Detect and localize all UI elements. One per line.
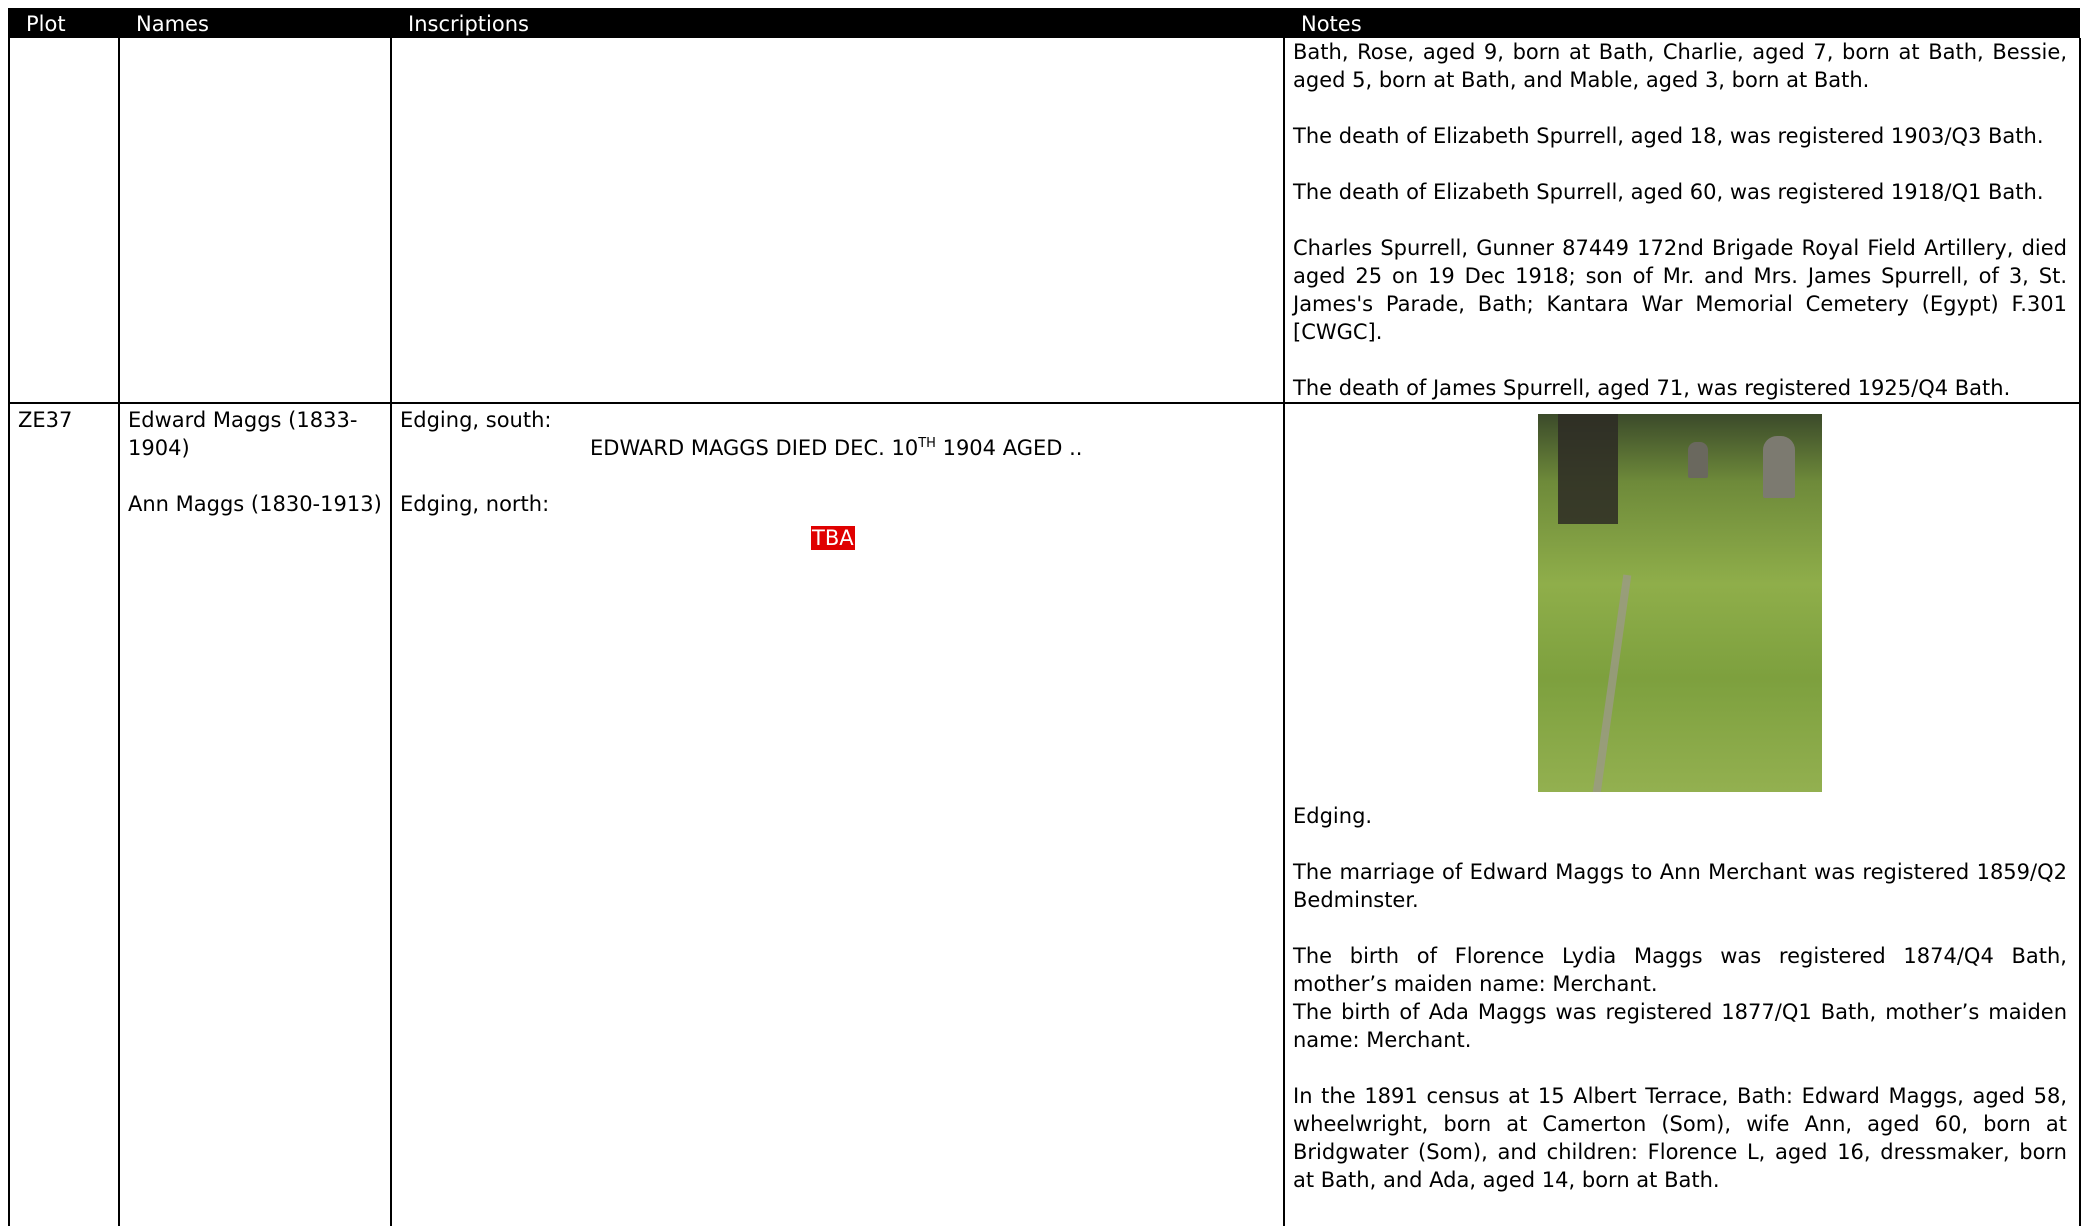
south-edging-inscription: EDWARD MAGGS DIED DEC. 10TH 1904 AGED ..	[590, 434, 1275, 462]
notes-cell: Bath, Rose, aged 9, born at Bath, Charli…	[1283, 38, 2081, 404]
name-entry: Ann Maggs (1830-1913)	[128, 492, 382, 516]
inscription-text: EDWARD MAGGS DIED DEC. 10	[590, 436, 919, 460]
burial-records-table: Plot Names Inscriptions Notes Bath, Rose…	[8, 8, 2081, 1226]
note-paragraph: The marriage of Edward Maggs to Ann Merc…	[1293, 860, 2067, 912]
inscription-superscript: TH	[918, 436, 936, 451]
tba-badge: TBA	[811, 526, 855, 550]
inscription-text: 1904 AGED ..	[935, 436, 1083, 460]
grave-edging-photo	[1538, 414, 1822, 792]
plot-cell: ZE37	[8, 403, 120, 1226]
note-paragraph: The birth of Ada Maggs was registered 18…	[1293, 1000, 2067, 1052]
table-row: ZE37 Edward Maggs (1833-1904) Ann Maggs …	[8, 403, 2081, 1226]
north-edging-label: Edging, north:	[400, 492, 550, 516]
header-inscriptions: Inscriptions	[390, 8, 1284, 38]
names-cell: Edward Maggs (1833-1904) Ann Maggs (1830…	[118, 403, 392, 1226]
names-cell	[118, 38, 392, 404]
document-page: Plot Names Inscriptions Notes Bath, Rose…	[0, 0, 2081, 1226]
note-paragraph: The death of Elizabeth Spurrell, aged 60…	[1293, 180, 2044, 204]
note-paragraph: Edging.	[1293, 804, 1373, 828]
note-paragraph: The death of James Spurrell, aged 71, wa…	[1293, 376, 2011, 400]
header-names: Names	[118, 8, 391, 38]
plot-cell	[8, 38, 120, 404]
north-edging-inscription: TBA	[811, 524, 1275, 552]
header-plot: Plot	[8, 8, 119, 38]
table-header-row: Plot Names Inscriptions Notes	[8, 8, 2080, 38]
inscriptions-cell: Edging, south: EDWARD MAGGS DIED DEC. 10…	[390, 403, 1285, 1226]
header-notes: Notes	[1283, 8, 2080, 38]
note-paragraph: Bath, Rose, aged 9, born at Bath, Charli…	[1293, 40, 2067, 92]
notes-cell: Edging. The marriage of Edward Maggs to …	[1283, 403, 2081, 1226]
note-paragraph: In the 1891 census at 15 Albert Terrace,…	[1293, 1084, 2067, 1192]
name-entry: Edward Maggs (1833-1904)	[128, 408, 358, 460]
inscriptions-cell	[390, 38, 1285, 404]
south-edging-label: Edging, south:	[400, 408, 552, 432]
note-paragraph: Charles Spurrell, Gunner 87449 172nd Bri…	[1293, 236, 2067, 344]
table-row: Bath, Rose, aged 9, born at Bath, Charli…	[8, 38, 2081, 404]
note-paragraph: The birth of Florence Lydia Maggs was re…	[1293, 944, 2067, 996]
note-paragraph: The death of Elizabeth Spurrell, aged 18…	[1293, 124, 2044, 148]
